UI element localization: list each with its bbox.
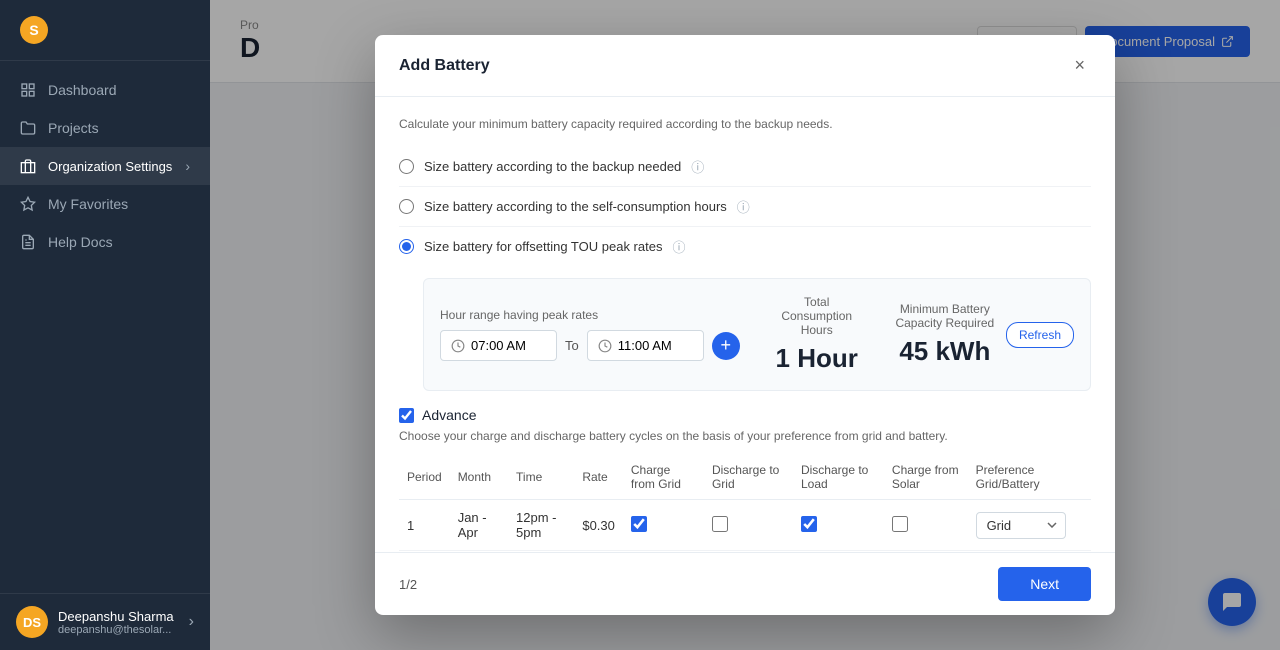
user-info: Deepanshu Sharma deepanshu@thesolar... (58, 609, 179, 636)
col-discharge-grid: Discharge to Grid (704, 455, 793, 500)
radio-option-backup[interactable]: Size battery according to the backup nee… (399, 147, 1091, 187)
advance-label[interactable]: Advance (422, 407, 476, 423)
from-time-field[interactable] (471, 338, 546, 353)
period-table: Period Month Time Rate Charge from Grid … (399, 455, 1091, 552)
sidebar-item-label: Dashboard (48, 82, 117, 98)
from-time-input (440, 330, 557, 361)
cell-period: 1 (399, 500, 450, 551)
sidebar-item-projects[interactable]: Projects (0, 109, 210, 147)
user-chevron-icon: › (189, 613, 194, 631)
sidebar-logo: S (0, 0, 210, 61)
sidebar-item-dashboard[interactable]: Dashboard (0, 71, 210, 109)
time-separator: To (565, 338, 579, 353)
advance-description: Choose your charge and discharge battery… (399, 429, 1091, 443)
cell-charge-solar (884, 500, 968, 551)
main-content: Pro D Proposal Document Proposal Add Bat… (210, 0, 1280, 650)
radio-backup-label: Size battery according to the backup nee… (424, 159, 681, 174)
modal: Add Battery × Calculate your minimum bat… (375, 35, 1115, 615)
checkbox-charge-grid[interactable] (631, 516, 647, 532)
capacity-value: 45 kWh (894, 336, 996, 367)
cell-discharge-grid (704, 500, 793, 551)
clock-icon (598, 339, 612, 353)
sidebar-item-label: Help Docs (48, 234, 113, 250)
radio-self-consumption[interactable] (399, 199, 414, 214)
advance-header: Advance (399, 407, 1091, 423)
col-period: Period (399, 455, 450, 500)
col-month: Month (450, 455, 508, 500)
sidebar: S Dashboard Projects Organization Settin… (0, 0, 210, 650)
file-text-icon (20, 234, 36, 250)
clock-icon (451, 339, 465, 353)
consumption-value: 1 Hour (772, 343, 862, 374)
col-charge-solar: Charge from Solar (884, 455, 968, 500)
sidebar-nav: Dashboard Projects Organization Settings… (0, 61, 210, 593)
radio-tou-label: Size battery for offsetting TOU peak rat… (424, 239, 662, 254)
building-icon (20, 158, 36, 174)
modal-body: Calculate your minimum battery capacity … (375, 97, 1115, 552)
modal-overlay: Add Battery × Calculate your minimum bat… (210, 0, 1280, 650)
radio-tou[interactable] (399, 239, 414, 254)
star-icon (20, 196, 36, 212)
logo-icon: S (20, 16, 48, 44)
cell-rate: $0.30 (574, 500, 623, 551)
modal-close-button[interactable]: × (1068, 53, 1091, 78)
refresh-button[interactable]: Refresh (1006, 322, 1074, 348)
sidebar-item-favorites[interactable]: My Favorites (0, 185, 210, 223)
sidebar-user[interactable]: DS Deepanshu Sharma deepanshu@thesolar..… (0, 593, 210, 650)
advance-checkbox[interactable] (399, 408, 414, 423)
user-name: Deepanshu Sharma (58, 609, 179, 624)
sidebar-item-org-settings[interactable]: Organization Settings › (0, 147, 210, 185)
modal-footer: 1/2 Next (375, 552, 1115, 615)
cell-time: 12pm - 5pm (508, 500, 574, 551)
capacity-block: Minimum Battery Capacity Required 45 kWh… (894, 302, 1074, 367)
hour-range-label: Hour range having peak rates (440, 308, 740, 322)
radio-option-tou[interactable]: Size battery for offsetting TOU peak rat… (399, 227, 1091, 266)
col-charge-grid: Charge from Grid (623, 455, 704, 500)
modal-title: Add Battery (399, 57, 490, 75)
info-icon-tou: ⓘ (672, 237, 685, 256)
consumption-label: Total Consumption Hours (772, 295, 862, 337)
checkbox-charge-solar[interactable] (892, 516, 908, 532)
hour-range-block: Hour range having peak rates To (440, 308, 740, 361)
cell-month: Jan - Apr (450, 500, 508, 551)
tou-section: Hour range having peak rates To (423, 278, 1091, 391)
radio-self-consumption-label: Size battery according to the self-consu… (424, 199, 727, 214)
cell-discharge-load (793, 500, 884, 551)
checkbox-discharge-load[interactable] (801, 516, 817, 532)
modal-header: Add Battery × (375, 35, 1115, 97)
to-time-field[interactable] (618, 338, 693, 353)
folder-icon (20, 120, 36, 136)
col-rate: Rate (574, 455, 623, 500)
sidebar-item-label: Projects (48, 120, 99, 136)
capacity-label: Minimum Battery Capacity Required (894, 302, 996, 330)
info-icon-backup: ⓘ (691, 157, 704, 176)
consumption-block: Total Consumption Hours 1 Hour (772, 295, 862, 374)
time-inputs: To + (440, 330, 740, 361)
sidebar-item-help[interactable]: Help Docs (0, 223, 210, 261)
sidebar-item-label: My Favorites (48, 196, 128, 212)
add-time-button[interactable]: + (712, 332, 740, 360)
avatar: DS (16, 606, 48, 638)
table-row: 1Jan - Apr12pm - 5pm$0.30 GridBattery (399, 500, 1091, 551)
capacity-info: Minimum Battery Capacity Required 45 kWh (894, 302, 996, 367)
user-email: deepanshu@thesolar... (58, 624, 179, 636)
page-number: 1/2 (399, 577, 417, 592)
col-preference: Preference Grid/Battery (968, 455, 1091, 500)
checkbox-discharge-grid[interactable] (712, 516, 728, 532)
info-icon-self-consumption: ⓘ (737, 197, 750, 216)
to-time-input (587, 330, 704, 361)
chevron-right-icon: › (185, 158, 190, 174)
cell-preference: GridBattery (968, 500, 1091, 551)
grid-icon (20, 82, 36, 98)
sidebar-item-label: Organization Settings (48, 159, 172, 174)
cell-charge-grid (623, 500, 704, 551)
next-button[interactable]: Next (998, 567, 1091, 601)
radio-backup[interactable] (399, 159, 414, 174)
preference-select[interactable]: GridBattery (976, 512, 1066, 539)
col-discharge-load: Discharge to Load (793, 455, 884, 500)
col-time: Time (508, 455, 574, 500)
radio-option-self-consumption[interactable]: Size battery according to the self-consu… (399, 187, 1091, 227)
modal-description: Calculate your minimum battery capacity … (399, 117, 1091, 131)
